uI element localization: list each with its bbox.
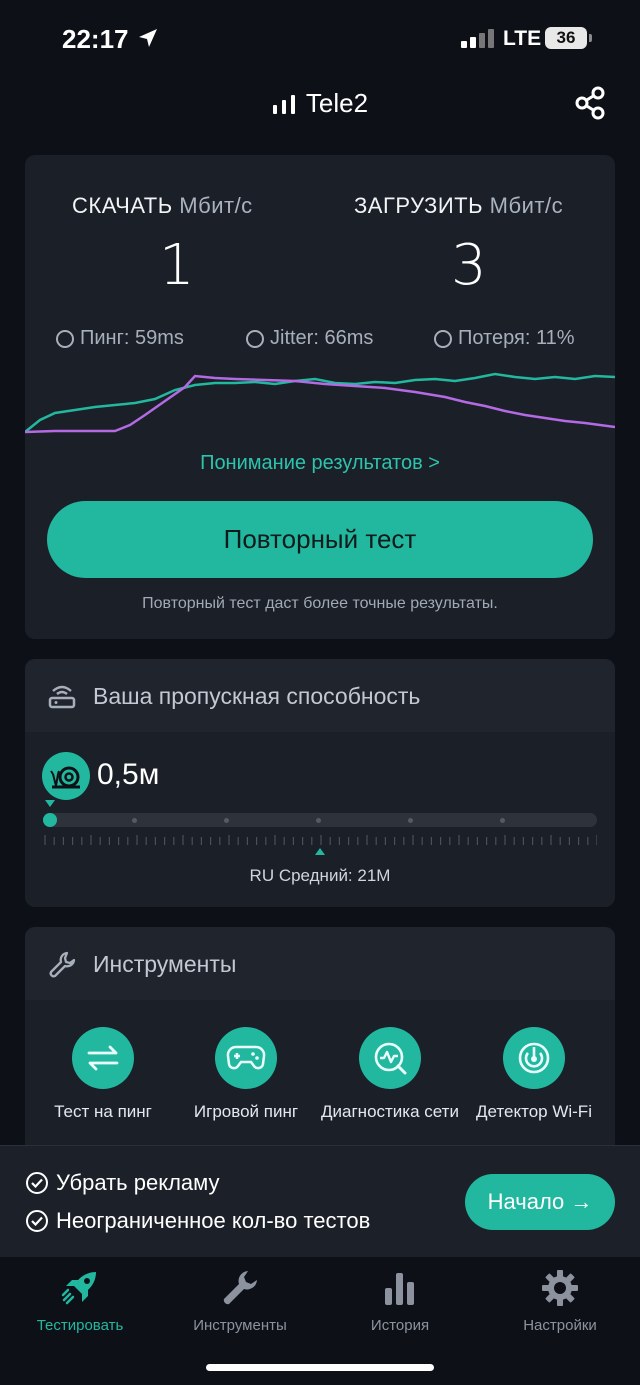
gamepad-icon [215,1027,277,1089]
start-button[interactable]: Начало → [465,1174,615,1230]
scale-dot [224,818,229,823]
tab-label: Настройки [523,1317,597,1334]
tool-network-diagnostics[interactable]: Диагностика сети [320,1027,460,1122]
jitter-icon [246,329,264,348]
upload-label: ЗАГРУЗИТЬ Мбит/с [354,193,563,219]
home-indicator[interactable] [206,1364,434,1371]
scale-ticks [44,835,597,845]
battery-nub [589,34,592,42]
retest-note: Повторный тест даст более точные результ… [142,595,498,612]
jitter-text: Jitter: 66ms [270,327,374,349]
promo-banner: Убрать рекламу Неограниченное кол-во тес… [0,1145,640,1257]
loss-text: Потеря: 11% [458,327,575,349]
upload-value: 3 [451,233,487,298]
ping-text: Пинг: 59ms [80,327,184,349]
tools-card-header: Инструменты [25,927,615,1000]
tab-label: Тестировать [36,1317,124,1334]
tab-history[interactable]: История [320,1265,480,1334]
retest-button[interactable]: Повторный тест [47,501,593,578]
bandwidth-knob [43,813,57,827]
status-time: 22:17 [62,24,129,54]
upload-unit: Мбит/с [489,193,564,218]
jitter-stat: Jitter: 66ms [246,327,373,350]
tool-label: Диагностика сети [321,1102,459,1121]
tab-label: Инструменты [193,1317,287,1334]
ping-icon [56,329,74,348]
network-diagnostic-icon [359,1027,421,1089]
speed-graph [25,372,615,434]
bar-chart-icon [320,1265,480,1311]
tab-test[interactable]: Тестировать [0,1265,160,1334]
router-icon [48,685,76,709]
tool-label: Тест на пинг [54,1102,152,1121]
check-circle-icon [26,1172,48,1194]
download-label-text: СКАЧАТЬ [72,193,173,218]
loss-stat: Потеря: 11% [434,327,575,350]
bandwidth-card-header: Ваша пропускная способность [25,659,615,732]
tools-title: Инструменты [93,951,237,977]
tool-game-ping[interactable]: Игровой пинг [176,1027,316,1122]
tool-label: Детектор Wi-Fi [476,1102,592,1121]
ping-stat: Пинг: 59ms [56,327,184,350]
loss-icon [434,329,452,348]
bandwidth-title: Ваша пропускная способность [93,683,421,709]
average-marker [315,848,325,855]
bandwidth-value: 0,5м [97,758,160,791]
scale-dot [500,818,505,823]
carrier-title: Tele2 [0,88,640,119]
location-arrow-icon [139,29,157,47]
understand-results-link[interactable]: Понимание результатов > [25,452,615,475]
scale-dot [408,818,413,823]
download-label: СКАЧАТЬ Мбит/с [72,193,253,219]
download-unit: Мбит/с [179,193,253,218]
status-bar: 22:17 LTE 36 [0,0,640,80]
check-circle-icon [26,1210,48,1232]
signal-bars-icon [272,95,295,114]
tool-label: Игровой пинг [193,1102,299,1121]
tools-card: Инструменты Тест на пинг Игровой пинг Ди… [25,927,615,1167]
arrows-swap-icon [72,1027,134,1089]
download-value: 1 [159,233,195,298]
scale-dot [316,818,321,823]
tab-tools[interactable]: Инструменты [160,1265,320,1334]
promo-line-unlimited: Неограниченное кол-во тестов [26,1208,370,1234]
current-marker [45,800,55,807]
tab-settings[interactable]: Настройки [480,1265,640,1334]
promo-line-remove-ads: Убрать рекламу [26,1170,220,1196]
snail-icon [42,752,90,800]
rocket-icon [0,1265,160,1311]
app-header: Tele2 [0,80,640,130]
result-card: СКАЧАТЬ Мбит/с ЗАГРУЗИТЬ Мбит/с 1 3 Пинг… [25,155,615,639]
cellular-signal-icon [461,29,494,48]
gear-icon [480,1265,640,1311]
wrench-icon [49,951,76,978]
wifi-detector-icon [503,1027,565,1089]
carrier-name: Tele2 [305,88,369,118]
scale-dot [132,818,137,823]
network-type: LTE [503,27,542,50]
bandwidth-card: Ваша пропускная способность 0,5м RU Сред… [25,659,615,907]
average-label: RU Средний: 21M [249,866,391,885]
upload-label-text: ЗАГРУЗИТЬ [354,193,484,218]
promo-line-text: Убрать рекламу [56,1170,220,1195]
share-icon[interactable] [574,86,606,120]
tool-ping-test[interactable]: Тест на пинг [33,1027,173,1122]
promo-line-text: Неограниченное кол-во тестов [56,1208,371,1233]
tool-wifi-detector[interactable]: Детектор Wi-Fi [464,1027,604,1122]
battery-indicator: 36 [545,27,587,49]
wrench-icon [160,1265,320,1311]
tab-label: История [370,1317,430,1334]
